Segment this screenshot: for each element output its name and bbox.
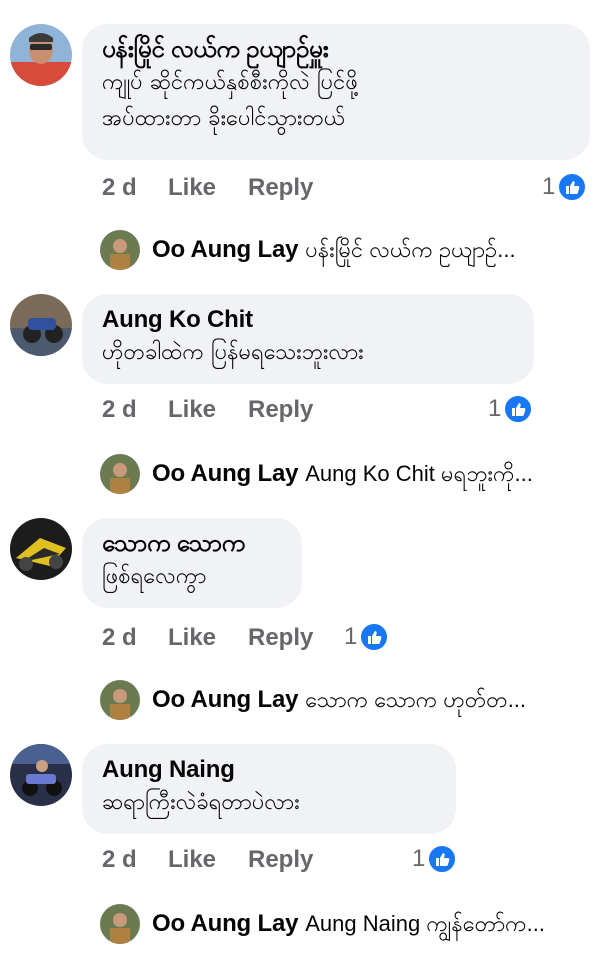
reaction-number: 1 xyxy=(488,395,502,422)
reply-line: Oo Aung Lay ပန်းမြိုင် လယ်က ဥယျာဉ်... xyxy=(152,234,582,267)
thumbs-up-icon xyxy=(503,394,534,424)
comment-text-line: ဖြစ်ရလေကွာ xyxy=(102,564,207,589)
reply-line: Oo Aung Lay Aung Ko Chit မရဘူးကို... xyxy=(152,458,582,491)
comment-author[interactable]: ပန်းမြိုင် လယ်က ဥယျာဉ်မှူး xyxy=(102,35,570,65)
reply-text: Aung Naing ကျွန်တော်က... xyxy=(305,911,546,936)
reply-button[interactable]: Reply xyxy=(248,396,313,424)
comment-actions: 2 d Like Reply xyxy=(102,624,582,656)
thumbs-up-icon xyxy=(359,622,390,652)
reply-text: ပန်းမြိုင် လယ်က ဥယျာဉ်... xyxy=(305,237,516,262)
reply-button[interactable]: Reply xyxy=(248,624,313,652)
reaction-count[interactable]: 1 xyxy=(488,394,534,424)
reaction-count[interactable]: 1 xyxy=(542,172,588,202)
comment-bubble: သောက သောက ဖြစ်ရလေကွာ xyxy=(82,518,302,608)
like-button[interactable]: Like xyxy=(168,846,216,874)
avatar[interactable] xyxy=(100,680,140,720)
like-button[interactable]: Like xyxy=(168,396,216,424)
comment-actions: 2 d Like Reply xyxy=(102,846,582,878)
reply-author[interactable]: Oo Aung Lay xyxy=(152,686,298,713)
reply-author[interactable]: Oo Aung Lay xyxy=(152,910,298,937)
reply-line: Oo Aung Lay Aung Naing ကျွန်တော်က... xyxy=(152,908,582,941)
comment-bubble: Aung Ko Chit ဟိုတခါထဲက ပြန်မရသေးဘူးလား xyxy=(82,294,534,384)
avatar[interactable] xyxy=(10,744,72,806)
thumbs-up-icon xyxy=(557,172,588,202)
reaction-number: 1 xyxy=(542,173,556,200)
reaction-count[interactable]: 1 xyxy=(344,622,390,652)
comment-bubble: Aung Naing ဆရာကြီးလဲခံရတာပဲလား xyxy=(82,744,456,834)
reply-line: Oo Aung Lay သောက သောက ဟုတ်တ... xyxy=(152,684,582,717)
like-button[interactable]: Like xyxy=(168,174,216,202)
comment-time[interactable]: 2 d xyxy=(102,624,137,652)
reply-preview[interactable]: Oo Aung Lay ပန်းမြိုင် လယ်က ဥယျာဉ်... xyxy=(100,230,580,270)
reply-text: သောက သောက ဟုတ်တ... xyxy=(305,687,527,712)
comment-time[interactable]: 2 d xyxy=(102,846,137,874)
reply-author[interactable]: Oo Aung Lay xyxy=(152,460,298,487)
thumbs-up-icon xyxy=(427,844,458,874)
comment-text-line: ကျုပ် ဆိုင်ကယ်နှစ်စီးကိုလဲ ပြင်ဖို့ xyxy=(102,70,358,95)
comment-time[interactable]: 2 d xyxy=(102,174,137,202)
reply-text: Aung Ko Chit မရဘူးကို... xyxy=(305,461,533,486)
comment-time[interactable]: 2 d xyxy=(102,396,137,424)
reaction-number: 1 xyxy=(412,845,426,872)
reaction-count[interactable]: 1 xyxy=(412,844,458,874)
reply-button[interactable]: Reply xyxy=(248,174,313,202)
like-button[interactable]: Like xyxy=(168,624,216,652)
comment-author[interactable]: သောက သောက xyxy=(102,529,282,559)
reaction-number: 1 xyxy=(344,623,358,650)
avatar[interactable] xyxy=(100,454,140,494)
comment-actions: 2 d Like Reply xyxy=(102,174,582,206)
avatar[interactable] xyxy=(100,904,140,944)
reply-preview[interactable]: Oo Aung Lay Aung Ko Chit မရဘူးကို... xyxy=(100,454,580,494)
comment-text-line: အပ်ထားတာ ခိုးပေါင်သွားတယ် xyxy=(102,106,346,131)
avatar[interactable] xyxy=(10,294,72,356)
reply-preview[interactable]: Oo Aung Lay Aung Naing ကျွန်တော်က... xyxy=(100,904,580,944)
comment-text-line: ဆရာကြီးလဲခံရတာပဲလား xyxy=(102,790,300,815)
reply-button[interactable]: Reply xyxy=(248,846,313,874)
reply-author[interactable]: Oo Aung Lay xyxy=(152,236,298,263)
comment-author[interactable]: Aung Naing xyxy=(102,755,436,785)
avatar[interactable] xyxy=(10,24,72,86)
comment-bubble: ပန်းမြိုင် လယ်က ဥယျာဉ်မှူး ကျုပ် ဆိုင်ကယ… xyxy=(82,24,590,160)
comment-author[interactable]: Aung Ko Chit xyxy=(102,305,514,335)
avatar[interactable] xyxy=(100,230,140,270)
comment-text-line: ဟိုတခါထဲက ပြန်မရသေးဘူးလား xyxy=(102,340,364,365)
avatar[interactable] xyxy=(10,518,72,580)
reply-preview[interactable]: Oo Aung Lay သောက သောက ဟုတ်တ... xyxy=(100,680,580,720)
